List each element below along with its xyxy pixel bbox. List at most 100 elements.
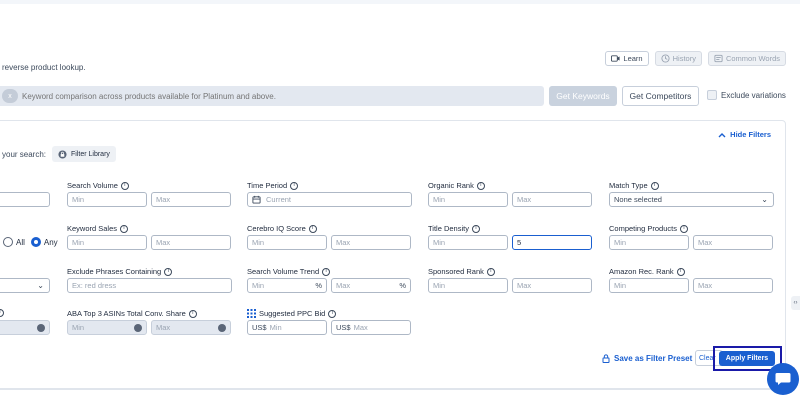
time-period-input[interactable]: Current bbox=[247, 192, 412, 207]
aba-top3-label: ABA Top 3 ASINs Total Conv. Share i bbox=[67, 309, 197, 318]
competing-products-label: Competing Products i bbox=[609, 224, 688, 233]
sponsored-rank-max[interactable]: Max bbox=[512, 278, 592, 293]
info-icon[interactable]: i bbox=[164, 267, 173, 276]
organic-rank-min[interactable]: Min bbox=[428, 192, 508, 207]
exclude-variations-label: Exclude variations bbox=[721, 90, 786, 100]
info-icon[interactable]: i bbox=[476, 181, 485, 190]
aba-top3-min-placeholder: Min bbox=[72, 323, 85, 332]
get-competitors-button[interactable]: Get Competitors bbox=[622, 86, 699, 106]
asin-chip[interactable]: x bbox=[2, 89, 18, 103]
video-icon bbox=[611, 55, 620, 62]
exclude-phrases-label-text: Exclude Phrases Containing bbox=[67, 267, 162, 276]
exclude-variations[interactable]: Exclude variations bbox=[707, 90, 786, 100]
get-keywords-button[interactable]: Get Keywords bbox=[549, 86, 617, 106]
cerebro-iq-label: Cerebro IQ Score i bbox=[247, 224, 317, 233]
side-collapse-tab[interactable]: ‹› bbox=[791, 296, 800, 310]
info-icon[interactable]: i bbox=[120, 181, 129, 190]
chevron-down-icon: ⌄ bbox=[761, 195, 768, 204]
filters-panel: Hide Filters bbox=[0, 120, 786, 390]
info-icon[interactable]: i bbox=[650, 181, 659, 190]
search-volume-label: Search Volume i bbox=[67, 181, 129, 190]
save-filter-preset-button[interactable]: Save as Filter Preset bbox=[602, 354, 692, 363]
keyword-sales-min[interactable]: Min bbox=[67, 235, 147, 250]
title-density-max[interactable]: 5 bbox=[512, 235, 592, 250]
hide-filters-label: Hide Filters bbox=[730, 130, 771, 139]
ppc-bid-min[interactable]: US$ Min bbox=[247, 320, 327, 335]
aba-top3-max: Max bbox=[151, 320, 231, 335]
grid-icon bbox=[247, 309, 256, 318]
search-input[interactable] bbox=[22, 91, 522, 101]
amazon-rec-rank-min[interactable]: Min bbox=[609, 278, 689, 293]
organic-rank-max[interactable]: Max bbox=[512, 192, 592, 207]
lock-icon bbox=[602, 354, 610, 363]
history-label: History bbox=[672, 54, 696, 63]
cerebro-iq-max[interactable]: Max bbox=[331, 235, 411, 250]
cerebro-iq-min[interactable]: Min bbox=[247, 235, 327, 250]
sponsored-rank-label: Sponsored Rank i bbox=[428, 267, 495, 276]
info-icon[interactable]: i bbox=[679, 224, 688, 233]
exclude-phrases-label: Exclude Phrases Containing i bbox=[67, 267, 173, 276]
sv-trend-label: Search Volume Trend i bbox=[247, 267, 331, 276]
info-icon[interactable]: i bbox=[188, 309, 197, 318]
sv-trend-min[interactable]: Min % bbox=[247, 278, 327, 293]
ppc-bid-min-placeholder: Min bbox=[269, 323, 282, 332]
competing-products-min[interactable]: Min bbox=[609, 235, 689, 250]
match-type-select[interactable]: None selected ⌄ bbox=[609, 192, 774, 207]
cut-off-select-row3[interactable]: ⌄ bbox=[0, 278, 50, 293]
lock-icon bbox=[58, 149, 67, 159]
competing-products-max[interactable]: Max bbox=[693, 235, 773, 250]
cut-off-input-row1[interactable] bbox=[0, 192, 50, 207]
sv-trend-label-text: Search Volume Trend bbox=[247, 267, 320, 276]
sponsored-rank-min[interactable]: Min bbox=[428, 278, 508, 293]
page-subtitle: reverse product lookup. bbox=[2, 63, 86, 72]
info-icon[interactable]: i bbox=[322, 267, 331, 276]
sv-trend-max[interactable]: Max % bbox=[331, 278, 411, 293]
search-volume-min[interactable]: Min bbox=[67, 192, 147, 207]
info-icon[interactable]: i bbox=[471, 224, 480, 233]
radio-all[interactable] bbox=[3, 237, 13, 247]
chat-button[interactable] bbox=[767, 363, 799, 395]
radio-any[interactable] bbox=[30, 237, 41, 247]
info-icon[interactable]: i bbox=[290, 181, 299, 190]
search-row: x Get Keywords Get Competitors Exclude v… bbox=[0, 86, 800, 106]
info-icon[interactable]: i bbox=[328, 309, 337, 318]
your-search-label: your search: bbox=[2, 150, 47, 159]
match-type-label: Match Type i bbox=[609, 181, 659, 190]
info-icon[interactable]: i bbox=[486, 267, 495, 276]
apply-filters-button[interactable]: Apply Filters bbox=[719, 351, 775, 366]
chat-icon bbox=[775, 373, 791, 385]
sponsored-rank-label-text: Sponsored Rank bbox=[428, 267, 484, 276]
exclude-phrases-input[interactable]: Ex: red dress bbox=[67, 278, 232, 293]
title-density-label: Title Density i bbox=[428, 224, 480, 233]
info-icon[interactable]: i bbox=[120, 224, 129, 233]
lock-icon bbox=[37, 324, 45, 332]
title-density-min[interactable]: Min bbox=[428, 235, 508, 250]
common-words-button[interactable]: Common Words bbox=[707, 51, 786, 66]
keyword-sales-max[interactable]: Max bbox=[151, 235, 231, 250]
chevron-down-icon: ⌄ bbox=[37, 281, 44, 290]
hide-filters-button[interactable]: Hide Filters bbox=[718, 130, 771, 139]
common-words-label: Common Words bbox=[725, 54, 780, 63]
filter-library-label: Filter Library bbox=[71, 150, 110, 158]
info-icon[interactable]: i bbox=[308, 224, 317, 233]
sv-trend-min-placeholder: Min bbox=[252, 281, 265, 290]
cut-off-info-row4: i bbox=[0, 309, 4, 317]
keyword-sales-label: Keyword Sales i bbox=[67, 224, 129, 233]
lock-icon bbox=[218, 324, 226, 332]
search-volume-max[interactable]: Max bbox=[151, 192, 231, 207]
amazon-rec-rank-max[interactable]: Max bbox=[693, 278, 773, 293]
history-button[interactable]: History bbox=[654, 51, 702, 66]
currency-prefix: US$ bbox=[252, 323, 267, 332]
ppc-bid-label: Suggested PPC Bid i bbox=[247, 309, 337, 318]
learn-label: Learn bbox=[623, 54, 643, 63]
info-icon[interactable]: i bbox=[0, 309, 4, 317]
ppc-bid-max-placeholder: Max bbox=[353, 323, 368, 332]
ppc-bid-max[interactable]: US$ Max bbox=[331, 320, 411, 335]
search-bar: x bbox=[0, 86, 544, 106]
calendar-icon bbox=[252, 195, 261, 204]
learn-button[interactable]: Learn bbox=[605, 51, 649, 66]
info-icon[interactable]: i bbox=[676, 267, 685, 276]
filter-library-button[interactable]: Filter Library bbox=[52, 146, 116, 162]
match-type-label-text: Match Type bbox=[609, 181, 648, 190]
exclude-variations-checkbox[interactable] bbox=[707, 90, 717, 100]
